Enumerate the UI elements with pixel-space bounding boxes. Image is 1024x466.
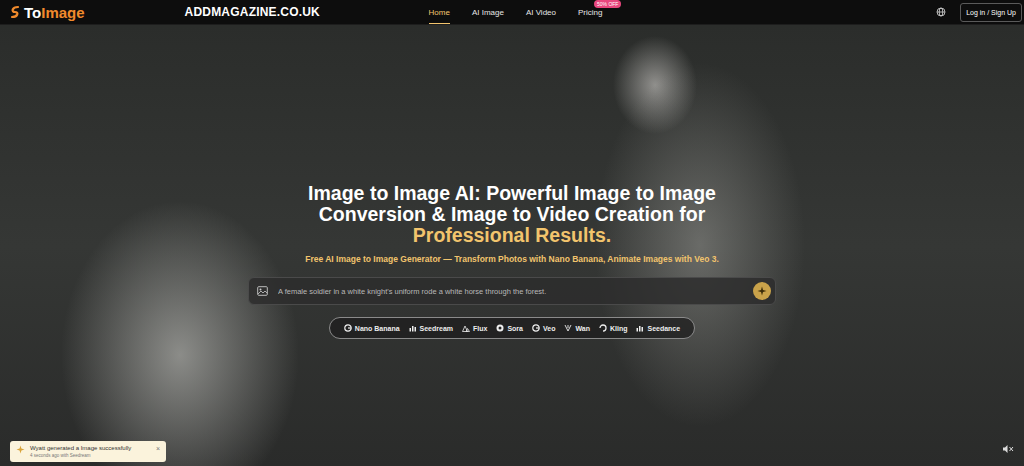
model-chip[interactable]: Flux: [462, 324, 487, 332]
model-chip[interactable]: Seedance: [636, 324, 680, 332]
toast-subtitle: 4 seconds ago with Seedream: [30, 453, 151, 458]
model-chip[interactable]: Sora: [496, 324, 523, 332]
hero-title-text: Image to Image AI: Powerful Image to Ima…: [308, 182, 716, 225]
sparkle-icon: [757, 286, 767, 296]
model-chip[interactable]: Kling: [599, 324, 628, 332]
hero-background-photo: Image to Image AI: Powerful Image to Ima…: [0, 25, 1024, 466]
model-logo-icon: [532, 324, 540, 332]
main-nav: Home AI Image AI Video Pricing50% OFF: [429, 1, 603, 24]
nav-label: AI Image: [472, 8, 504, 17]
model-label: Veo: [543, 325, 555, 332]
model-label: Seedream: [420, 325, 453, 332]
nav-label: Home: [429, 8, 450, 17]
login-button[interactable]: Log in / Sign Up: [960, 3, 1022, 22]
model-chip[interactable]: Veo: [532, 324, 555, 332]
prompt-input[interactable]: [276, 286, 745, 297]
header-right: Log in / Sign Up: [602, 3, 1022, 22]
nav-item[interactable]: AI Video: [526, 1, 556, 24]
model-selector: Nano Banana Seedream Flux Sora Veo Wan Kling Se…: [329, 317, 695, 339]
model-logo-icon: [599, 324, 607, 332]
hero-title: Image to Image AI: Powerful Image to Ima…: [285, 183, 740, 246]
hero-title-highlight: Professional Results.: [285, 225, 740, 246]
image-upload-icon[interactable]: [257, 286, 268, 296]
model-chip[interactable]: Seedream: [409, 324, 453, 332]
nav-item[interactable]: Home: [429, 1, 450, 24]
watermark: ADDMAGAZINE.CO.UK: [185, 5, 320, 19]
nav-label: Pricing: [578, 8, 602, 17]
model-label: Wan: [575, 325, 590, 332]
nav-item[interactable]: AI Image: [472, 1, 504, 24]
nav-item[interactable]: Pricing50% OFF: [578, 1, 602, 24]
prompt-bar: [248, 277, 776, 305]
toast-text: Wyatt generated a Image successfully 4 se…: [30, 445, 151, 458]
model-logo-icon: [409, 324, 417, 332]
model-logo-icon: [564, 324, 572, 332]
globe-icon[interactable]: [936, 7, 946, 17]
logo-text: ToImage: [24, 4, 85, 21]
model-logo-icon: [496, 324, 504, 332]
model-label: Seedance: [647, 325, 680, 332]
model-label: Flux: [473, 325, 487, 332]
toast-title: Wyatt generated a Image successfully: [30, 445, 151, 451]
model-logo-icon: [636, 324, 644, 332]
notification-toast: Wyatt generated a Image successfully 4 se…: [10, 441, 166, 462]
nav-label: AI Video: [526, 8, 556, 17]
model-label: Nano Banana: [355, 325, 400, 332]
model-label: Sora: [507, 325, 523, 332]
logo-part: Image: [41, 4, 84, 21]
generate-button[interactable]: [753, 282, 771, 300]
model-chip[interactable]: Wan: [564, 324, 590, 332]
logo-swirl-icon: [9, 5, 21, 19]
model-logo-icon: [462, 324, 470, 332]
logo-part: To: [24, 4, 41, 21]
top-nav-bar: ToImage ADDMAGAZINE.CO.UK Home AI Image AI V…: [0, 0, 1024, 25]
hero-subtitle: Free AI Image to Image Generator — Trans…: [305, 254, 719, 264]
model-chip[interactable]: Nano Banana: [344, 324, 400, 332]
discount-badge: 50% OFF: [594, 0, 621, 8]
sparkle-icon: [16, 445, 25, 454]
model-logo-icon: [344, 324, 352, 332]
header-left: ToImage ADDMAGAZINE.CO.UK: [9, 4, 429, 21]
model-label: Kling: [610, 325, 628, 332]
muted-speaker-icon[interactable]: [1002, 444, 1014, 454]
close-button[interactable]: ×: [156, 445, 160, 452]
logo[interactable]: ToImage: [9, 4, 85, 21]
